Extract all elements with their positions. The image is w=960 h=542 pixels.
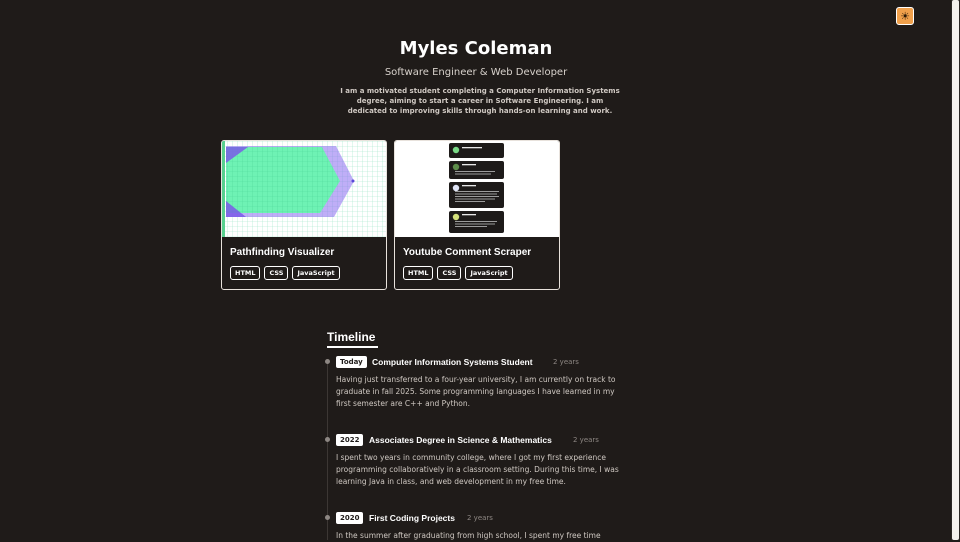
timeline-entry-description: In the summer after graduating from high… <box>336 531 601 540</box>
project-thumbnail-pathfinding <box>222 141 386 237</box>
tag-html: HTML <box>230 266 261 280</box>
tag-css: CSS <box>264 266 289 280</box>
timeline-dot <box>325 515 330 520</box>
tag-javascript: JavaScript <box>292 266 340 280</box>
theme-toggle-button[interactable]: ☀ <box>896 7 914 25</box>
project-card-youtube-scraper[interactable]: Youtube Comment Scraper HTML CSS JavaScr… <box>394 140 560 290</box>
timeline-dot <box>325 359 330 364</box>
timeline-entry-description: Having just transferred to a four-year u… <box>336 375 616 408</box>
scrollbar-thumb[interactable] <box>952 0 959 540</box>
project-title: Pathfinding Visualizer <box>230 247 335 258</box>
timeline-heading: Timeline <box>327 330 376 344</box>
sun-icon: ☀ <box>900 9 910 23</box>
timeline-line <box>327 360 328 540</box>
page-title: Myles Coleman <box>399 38 553 59</box>
timeline-entry-duration: 2 years <box>467 514 493 522</box>
tag-css: CSS <box>437 266 462 280</box>
bio-text: I am a motivated student completing a Co… <box>340 87 620 115</box>
tag-javascript: JavaScript <box>465 266 513 280</box>
project-card-pathfinding[interactable]: Pathfinding Visualizer HTML CSS JavaScri… <box>221 140 387 290</box>
timeline-entry-description: I spent two years in community college, … <box>336 453 619 486</box>
timeline-entry-title: Computer Information Systems Student <box>372 357 533 367</box>
timeline-badge: 2020 <box>336 512 364 524</box>
scrollbar-track[interactable] <box>951 0 960 540</box>
project-thumbnail-youtube-scraper <box>395 141 559 237</box>
timeline-entry-duration: 2 years <box>553 358 579 366</box>
timeline-badge: Today <box>336 356 367 368</box>
timeline-entry-title: First Coding Projects <box>369 513 455 523</box>
timeline-heading-underline <box>327 346 378 348</box>
timeline-badge: 2022 <box>336 434 364 446</box>
timeline-dot <box>325 437 330 442</box>
timeline-entry-title: Associates Degree in Science & Mathemati… <box>369 435 552 445</box>
timeline-entry-duration: 2 years <box>573 436 599 444</box>
tag-list: HTML CSS JavaScript <box>230 266 340 280</box>
project-title: Youtube Comment Scraper <box>403 247 532 258</box>
tag-list: HTML CSS JavaScript <box>403 266 513 280</box>
page-subtitle: Software Engineer & Web Developer <box>384 67 568 78</box>
tag-html: HTML <box>403 266 434 280</box>
